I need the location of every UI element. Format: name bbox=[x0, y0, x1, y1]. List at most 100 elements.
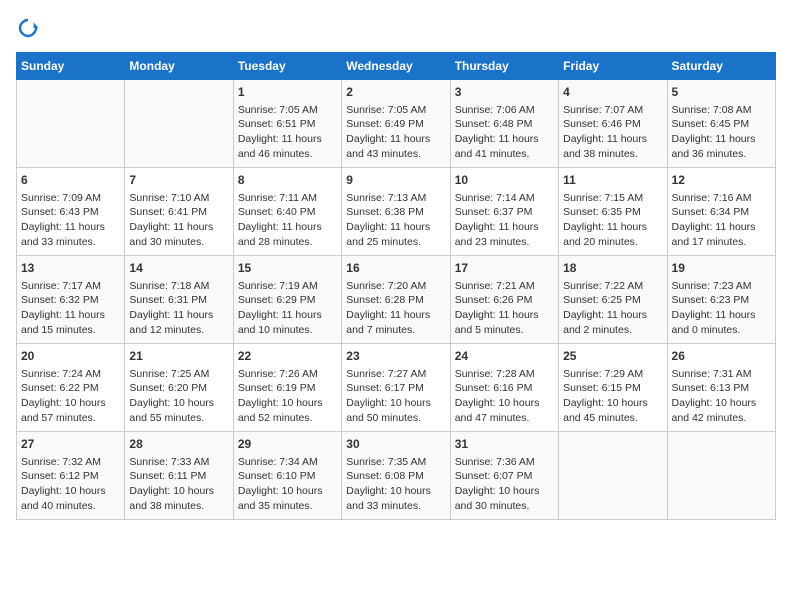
calendar-day-cell: 11Sunrise: 7:15 AMSunset: 6:35 PMDayligh… bbox=[559, 168, 667, 256]
day-info: Daylight: 10 hours and 30 minutes. bbox=[455, 484, 554, 513]
calendar-day-cell: 14 Sunrise: 7:18 AMSunset: 6:31 PMDayligh… bbox=[125, 256, 233, 344]
calendar-day-cell: 10Sunrise: 7:14 AMSunset: 6:37 PMDayligh… bbox=[450, 168, 558, 256]
calendar-day-cell: 20Sunrise: 7:24 AMSunset: 6:22 PMDayligh… bbox=[17, 344, 125, 432]
day-of-week-header: Sunday bbox=[17, 53, 125, 80]
day-number: 26 bbox=[672, 348, 771, 365]
day-info: Daylight: 10 hours and 55 minutes. bbox=[129, 396, 228, 425]
day-info: Sunset: 6:25 PM bbox=[563, 293, 662, 308]
day-info: Daylight: 11 hours and 41 minutes. bbox=[455, 132, 554, 161]
logo-icon bbox=[16, 16, 40, 40]
calendar-day-cell: 8Sunrise: 7:11 AMSunset: 6:40 PMDaylight… bbox=[233, 168, 341, 256]
day-info: Sunrise: 7:19 AM bbox=[238, 279, 337, 294]
day-info: Daylight: 11 hours and 5 minutes. bbox=[455, 308, 554, 337]
day-info: Daylight: 11 hours and 36 minutes. bbox=[672, 132, 771, 161]
calendar-table: SundayMondayTuesdayWednesdayThursdayFrid… bbox=[16, 52, 776, 520]
day-number: 18 bbox=[563, 260, 662, 277]
calendar-header-row: SundayMondayTuesdayWednesdayThursdayFrid… bbox=[17, 53, 776, 80]
day-info: Sunset: 6:23 PM bbox=[672, 293, 771, 308]
day-number: 2 bbox=[346, 84, 445, 101]
day-info: Daylight: 10 hours and 52 minutes. bbox=[238, 396, 337, 425]
day-info: Daylight: 10 hours and 50 minutes. bbox=[346, 396, 445, 425]
day-info: Daylight: 11 hours and 28 minutes. bbox=[238, 220, 337, 249]
day-info: Sunrise: 7:31 AM bbox=[672, 367, 771, 382]
day-number: 22 bbox=[238, 348, 337, 365]
day-info: Sunrise: 7:05 AM bbox=[238, 103, 337, 118]
day-of-week-header: Tuesday bbox=[233, 53, 341, 80]
calendar-day-cell: 30Sunrise: 7:35 AMSunset: 6:08 PMDayligh… bbox=[342, 432, 450, 520]
day-info: Sunrise: 7:07 AM bbox=[563, 103, 662, 118]
day-number: 1 bbox=[238, 84, 337, 101]
calendar-week-row: 20Sunrise: 7:24 AMSunset: 6:22 PMDayligh… bbox=[17, 344, 776, 432]
calendar-day-cell: 1Sunrise: 7:05 AMSunset: 6:51 PMDaylight… bbox=[233, 80, 341, 168]
day-info: Sunset: 6:43 PM bbox=[21, 205, 120, 220]
day-info: Sunrise: 7:16 AM bbox=[672, 191, 771, 206]
day-info: Daylight: 10 hours and 47 minutes. bbox=[455, 396, 554, 425]
calendar-day-cell: 2Sunrise: 7:05 AMSunset: 6:49 PMDaylight… bbox=[342, 80, 450, 168]
day-of-week-header: Thursday bbox=[450, 53, 558, 80]
day-info: Sunrise: 7:32 AM bbox=[21, 455, 120, 470]
day-info: Sunrise: 7:27 AM bbox=[346, 367, 445, 382]
day-info: Sunset: 6:48 PM bbox=[455, 117, 554, 132]
day-info: Daylight: 11 hours and 17 minutes. bbox=[672, 220, 771, 249]
day-number: 27 bbox=[21, 436, 120, 453]
day-info: Sunrise: 7:22 AM bbox=[563, 279, 662, 294]
day-number: 17 bbox=[455, 260, 554, 277]
day-info: Daylight: 10 hours and 57 minutes. bbox=[21, 396, 120, 425]
day-info: Sunset: 6:16 PM bbox=[455, 381, 554, 396]
day-info: Sunset: 6:28 PM bbox=[346, 293, 445, 308]
day-info: Daylight: 11 hours and 7 minutes. bbox=[346, 308, 445, 337]
day-info: Sunrise: 7:21 AM bbox=[455, 279, 554, 294]
calendar-day-cell bbox=[17, 80, 125, 168]
day-number: 10 bbox=[455, 172, 554, 189]
calendar-day-cell: 19Sunrise: 7:23 AMSunset: 6:23 PMDayligh… bbox=[667, 256, 775, 344]
day-number: 3 bbox=[455, 84, 554, 101]
day-info: Sunset: 6:31 PM bbox=[129, 293, 228, 308]
day-info: Sunset: 6:29 PM bbox=[238, 293, 337, 308]
day-info: Sunrise: 7:05 AM bbox=[346, 103, 445, 118]
calendar-day-cell: 22Sunrise: 7:26 AMSunset: 6:19 PMDayligh… bbox=[233, 344, 341, 432]
calendar-week-row: 13Sunrise: 7:17 AMSunset: 6:32 PMDayligh… bbox=[17, 256, 776, 344]
day-number: 15 bbox=[238, 260, 337, 277]
logo bbox=[16, 16, 42, 40]
day-number: 12 bbox=[672, 172, 771, 189]
day-info: Sunrise: 7:23 AM bbox=[672, 279, 771, 294]
day-info: Sunrise: 7:18 AM bbox=[129, 279, 228, 294]
day-info: Sunrise: 7:08 AM bbox=[672, 103, 771, 118]
day-info: Daylight: 10 hours and 33 minutes. bbox=[346, 484, 445, 513]
day-info: Daylight: 10 hours and 45 minutes. bbox=[563, 396, 662, 425]
day-number: 5 bbox=[672, 84, 771, 101]
day-info: Sunrise: 7:34 AM bbox=[238, 455, 337, 470]
day-info: Sunset: 6:46 PM bbox=[563, 117, 662, 132]
day-info: Sunset: 6:12 PM bbox=[21, 469, 120, 484]
calendar-day-cell: 21Sunrise: 7:25 AMSunset: 6:20 PMDayligh… bbox=[125, 344, 233, 432]
calendar-day-cell: 3Sunrise: 7:06 AMSunset: 6:48 PMDaylight… bbox=[450, 80, 558, 168]
calendar-day-cell: 29Sunrise: 7:34 AMSunset: 6:10 PMDayligh… bbox=[233, 432, 341, 520]
day-info: Sunset: 6:11 PM bbox=[129, 469, 228, 484]
day-info: Daylight: 11 hours and 12 minutes. bbox=[129, 308, 228, 337]
day-number: 8 bbox=[238, 172, 337, 189]
calendar-day-cell: 23Sunrise: 7:27 AMSunset: 6:17 PMDayligh… bbox=[342, 344, 450, 432]
day-info: Sunset: 6:19 PM bbox=[238, 381, 337, 396]
day-number: 7 bbox=[129, 172, 228, 189]
day-info: Sunset: 6:20 PM bbox=[129, 381, 228, 396]
calendar-week-row: 1Sunrise: 7:05 AMSunset: 6:51 PMDaylight… bbox=[17, 80, 776, 168]
day-number: 14 bbox=[129, 260, 228, 277]
day-number: 9 bbox=[346, 172, 445, 189]
day-info: Sunrise: 7:11 AM bbox=[238, 191, 337, 206]
calendar-day-cell: 26Sunrise: 7:31 AMSunset: 6:13 PMDayligh… bbox=[667, 344, 775, 432]
day-info: Sunset: 6:07 PM bbox=[455, 469, 554, 484]
day-number: 16 bbox=[346, 260, 445, 277]
day-info: Sunrise: 7:35 AM bbox=[346, 455, 445, 470]
day-number: 24 bbox=[455, 348, 554, 365]
day-number: 19 bbox=[672, 260, 771, 277]
day-info: Sunrise: 7:33 AM bbox=[129, 455, 228, 470]
day-number: 30 bbox=[346, 436, 445, 453]
day-info: Sunrise: 7:36 AM bbox=[455, 455, 554, 470]
day-info: Daylight: 11 hours and 20 minutes. bbox=[563, 220, 662, 249]
calendar-day-cell: 12Sunrise: 7:16 AMSunset: 6:34 PMDayligh… bbox=[667, 168, 775, 256]
day-info: Sunset: 6:38 PM bbox=[346, 205, 445, 220]
day-info: Daylight: 11 hours and 46 minutes. bbox=[238, 132, 337, 161]
calendar-day-cell: 13Sunrise: 7:17 AMSunset: 6:32 PMDayligh… bbox=[17, 256, 125, 344]
calendar-day-cell: 25Sunrise: 7:29 AMSunset: 6:15 PMDayligh… bbox=[559, 344, 667, 432]
day-info: Sunrise: 7:28 AM bbox=[455, 367, 554, 382]
